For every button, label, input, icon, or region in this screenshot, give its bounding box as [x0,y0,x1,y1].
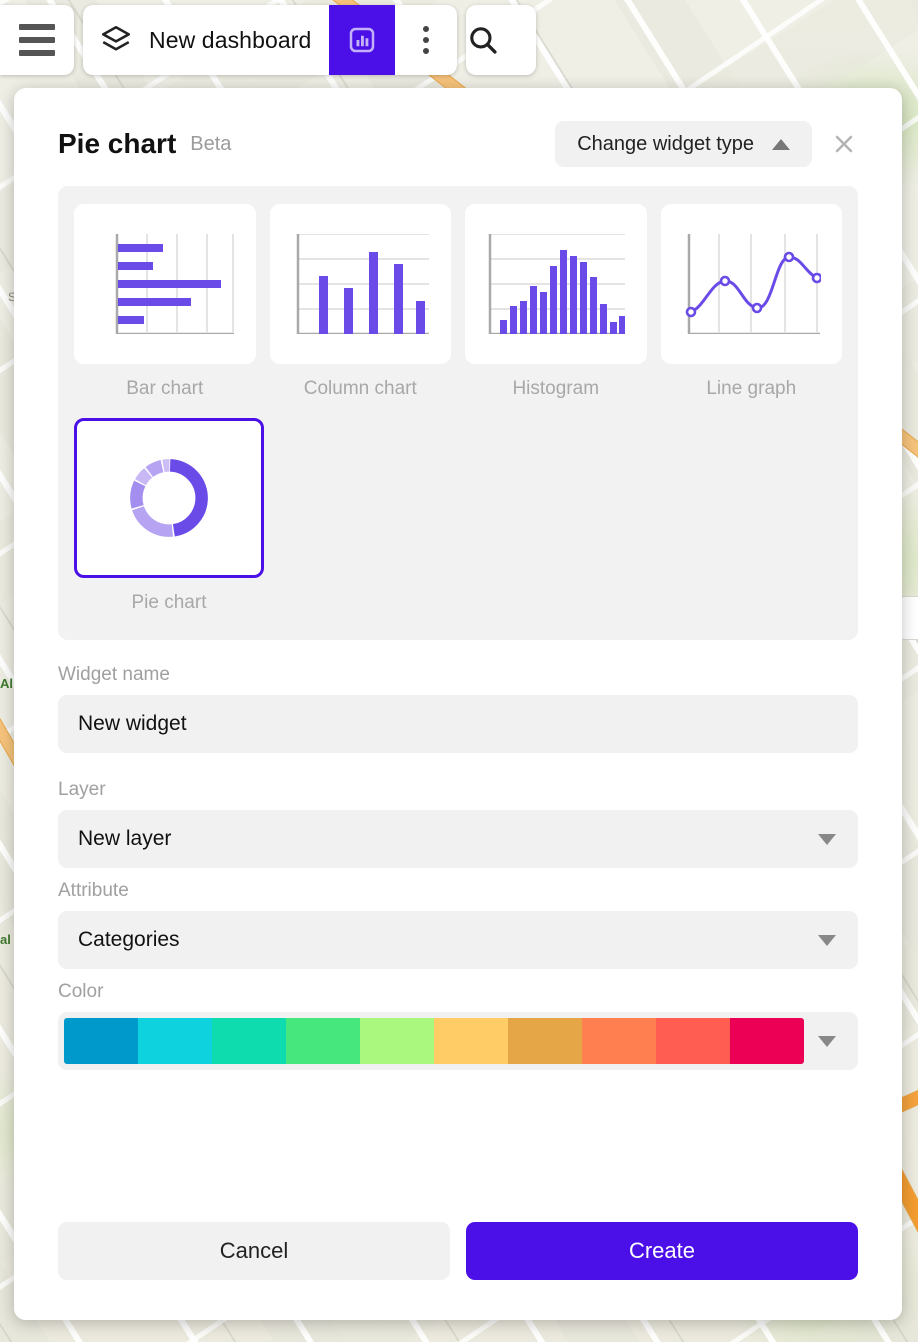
color-swatch [508,1018,582,1064]
change-widget-type-button[interactable]: Change widget type [555,121,812,167]
hamburger-icon [19,24,55,56]
attribute-label: Attribute [58,880,129,901]
map-label: Al [0,676,13,691]
attribute-select-value: Categories [78,928,180,951]
pie-chart-card[interactable] [74,418,264,578]
color-swatch [64,1018,138,1064]
histogram-thumbnail [488,234,625,334]
widget-type-option-line-graph[interactable]: Line graph [660,204,842,400]
widget-name-input[interactable]: New widget [58,695,858,753]
close-dialog-button[interactable] [824,124,864,164]
dashboard-title[interactable]: New dashboard [149,27,329,54]
widget-type-option-histogram[interactable]: Histogram [465,204,647,400]
cancel-button[interactable]: Cancel [58,1222,450,1280]
widget-type-option-pie-chart[interactable]: Pie chart [74,418,264,614]
column-chart-card[interactable] [269,204,451,364]
widget-type-label: Line graph [706,378,797,399]
color-swatch [656,1018,730,1064]
color-swatch [138,1018,212,1064]
layer-select[interactable]: New layer [58,810,858,868]
color-swatch [730,1018,804,1064]
color-ramp-select[interactable] [58,1012,858,1070]
widget-type-option-bar-chart[interactable]: Bar chart [74,204,256,400]
create-button[interactable]: Create [466,1222,858,1280]
widget-type-label: Column chart [303,378,417,399]
attribute-select[interactable]: Categories [58,911,858,969]
caret-up-icon [772,138,790,150]
search-button[interactable] [466,5,537,75]
pie-chart-thumbnail [130,459,208,537]
chevron-down-icon [818,935,836,946]
widget-form: Widget name New widget Layer New layer A… [14,664,902,1070]
bar-chart-card[interactable] [74,204,256,364]
top-toolbar: New dashboard [0,5,537,75]
more-options-button[interactable] [395,5,457,75]
dialog-header: Pie chart Beta Change widget type [14,88,902,170]
kebab-menu-icon [423,26,430,54]
color-swatch [286,1018,360,1064]
widget-type-row: Bar chart Column chart Histogram Line gr… [74,204,842,400]
layers-button[interactable] [83,5,149,75]
color-ramp-preview [64,1018,804,1064]
change-widget-type-label: Change widget type [577,132,754,155]
column-chart-thumbnail [297,234,430,334]
widget-type-label: Pie chart [131,592,207,613]
dialog-footer: Cancel Create [14,1204,902,1320]
line-graph-thumbnail [685,234,822,334]
widget-type-row: Pie chart [74,418,842,614]
menu-button[interactable] [0,5,74,75]
close-icon [835,135,853,153]
widget-name-label: Widget name [58,664,170,685]
widget-configuration-dialog: Pie chart Beta Change widget type Bar ch… [14,88,902,1320]
color-swatch [212,1018,286,1064]
chevron-down-icon [818,1036,836,1047]
widget-type-option-column-chart[interactable]: Column chart [269,204,451,400]
line-graph-card[interactable] [660,204,842,364]
layer-label: Layer [58,779,106,800]
dashboard-title-group: New dashboard [83,5,458,75]
layers-icon [101,25,131,51]
dialog-title: Pie chart [58,128,177,159]
widget-type-label: Histogram [512,378,600,399]
chevron-down-icon [818,834,836,845]
bar-chart-thumbnail [115,234,234,334]
color-swatch [434,1018,508,1064]
widget-type-label: Bar chart [126,378,204,399]
bar-chart-icon [350,27,375,53]
beta-badge: Beta [190,132,232,155]
map-label: al [0,932,11,947]
color-label: Color [58,981,104,1002]
color-swatch [360,1018,434,1064]
chart-widget-toggle-button[interactable] [329,5,396,75]
widget-type-picker: Bar chart Column chart Histogram Line gr… [58,186,858,640]
color-swatch [582,1018,656,1064]
histogram-card[interactable] [465,204,647,364]
layer-select-value: New layer [78,827,172,850]
search-icon [470,27,498,54]
dialog-header-actions: Change widget type [555,121,864,167]
